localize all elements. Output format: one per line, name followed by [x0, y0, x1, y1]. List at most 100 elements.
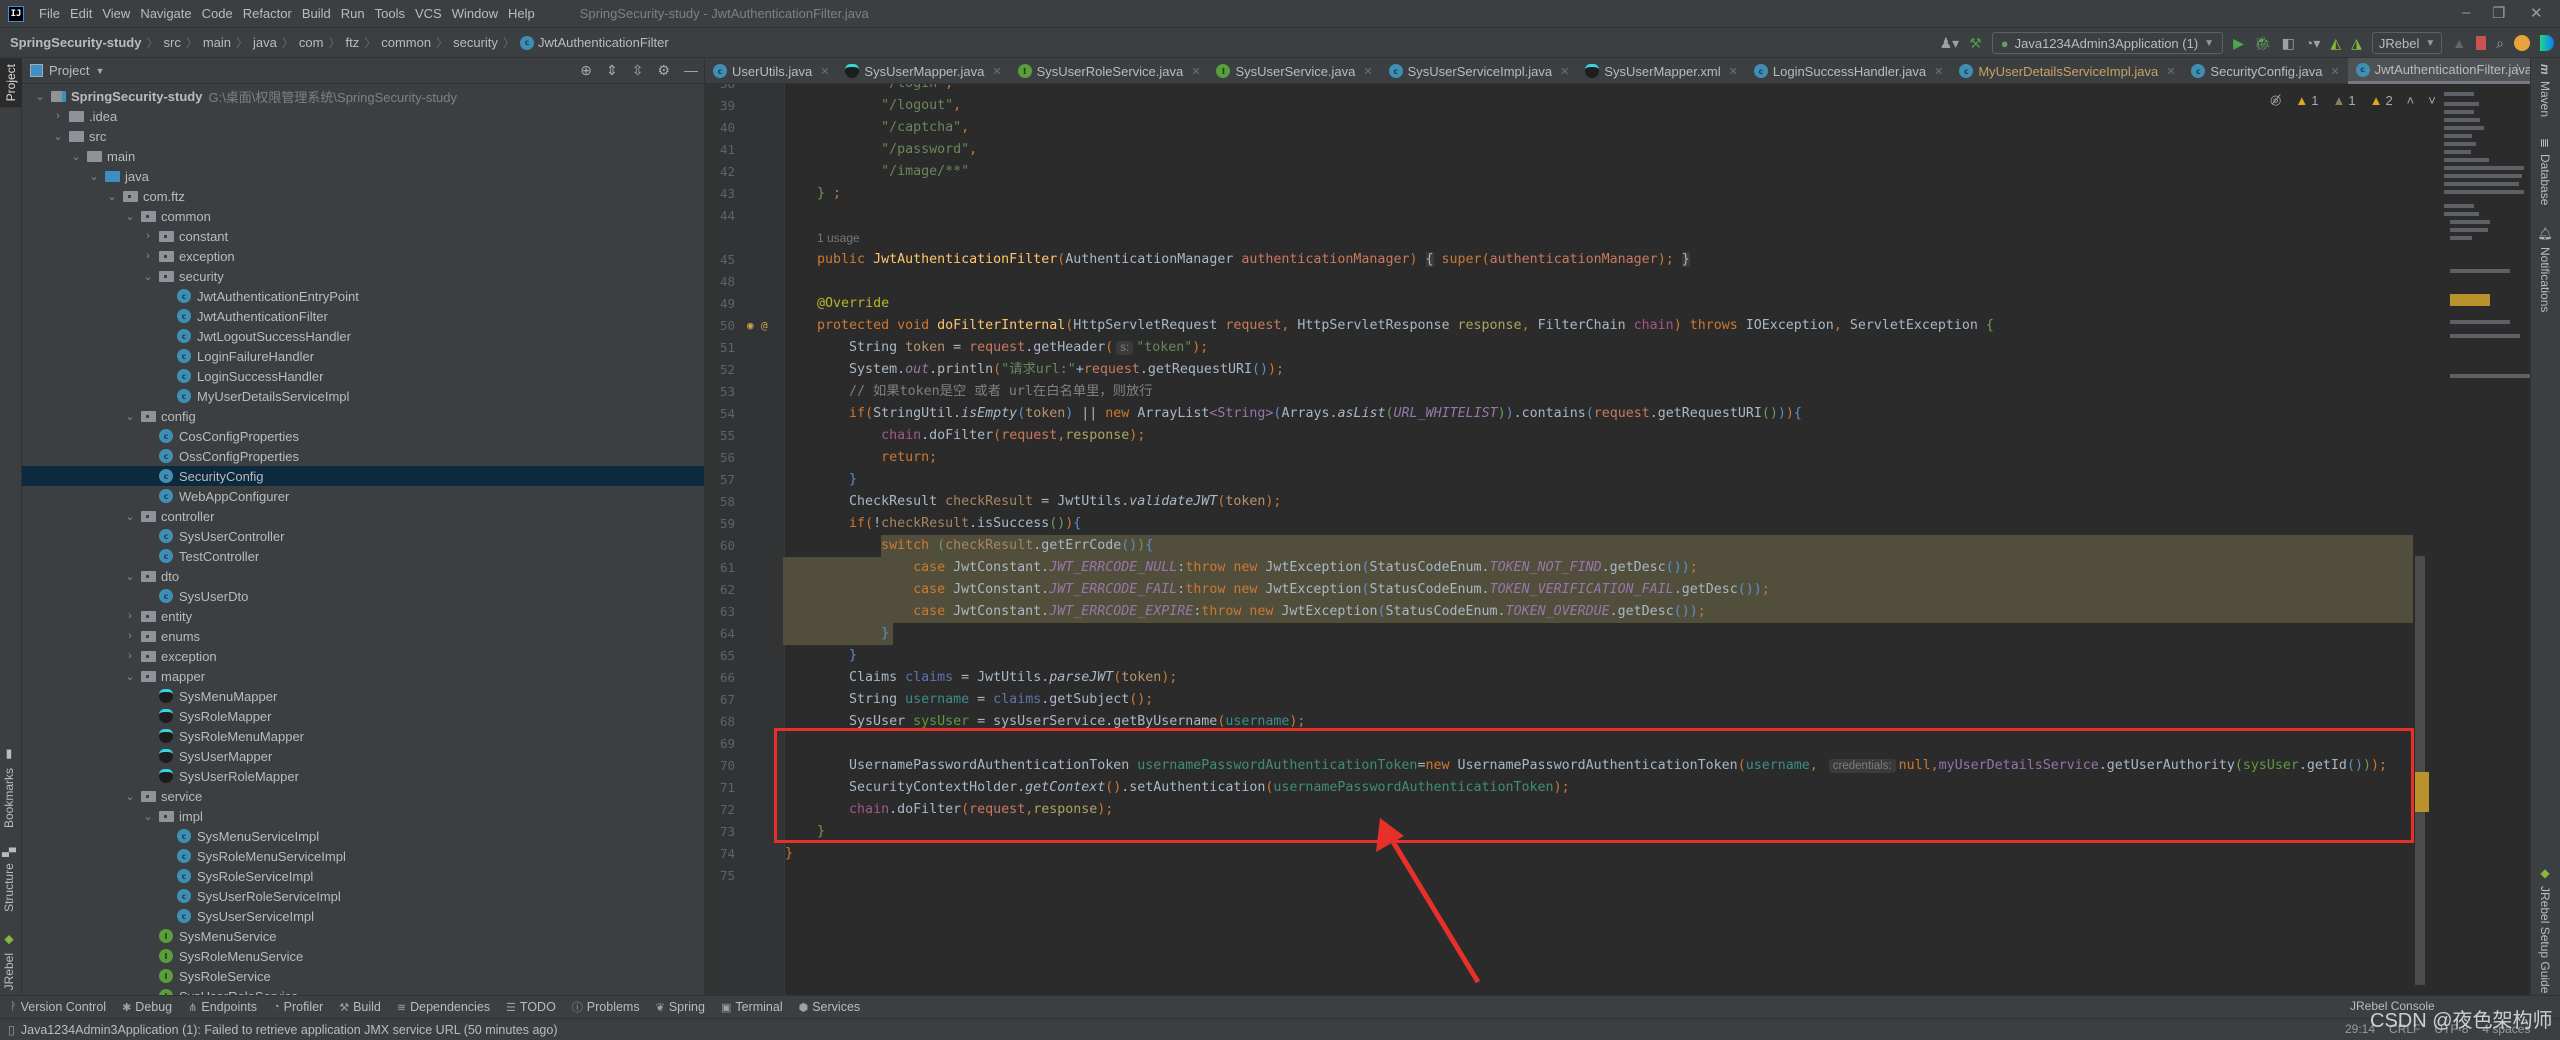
chevron-down-icon[interactable]: ⌄	[123, 569, 137, 583]
tool-window-debug[interactable]: ✱ Debug	[122, 1000, 172, 1014]
indent-setting[interactable]: 4 spaces	[2482, 1022, 2530, 1036]
tool-window-endpoints[interactable]: ⋔ Endpoints	[188, 1000, 257, 1014]
chevron-right-icon[interactable]: ›	[123, 649, 137, 663]
chevron-right-icon[interactable]: ›	[141, 229, 155, 243]
tree-item[interactable]: ⌄ controller	[22, 506, 704, 526]
editor-tab[interactable]: c SecurityConfig.java ✕	[2183, 58, 2347, 84]
close-tab-icon[interactable]: ✕	[992, 65, 1001, 78]
tree-item[interactable]: c SysUserController	[22, 526, 704, 546]
chevron-down-icon[interactable]: ⌄	[69, 149, 83, 163]
tree-item[interactable]: ⌄ config	[22, 406, 704, 426]
breadcrumb-item[interactable]: security	[453, 35, 498, 50]
chevron-right-icon[interactable]: ›	[51, 109, 65, 123]
code-minimap[interactable]	[2430, 84, 2530, 414]
file-encoding[interactable]: UTF-8	[2434, 1022, 2468, 1036]
tool-window-profiler[interactable]: ◔ Profiler	[273, 1000, 323, 1014]
tool-window-dependencies[interactable]: ≋ Dependencies	[397, 1000, 490, 1014]
chevron-down-icon[interactable]: ⌄	[51, 129, 65, 143]
update-icon[interactable]	[2514, 35, 2530, 51]
editor-tab[interactable]: c UserUtils.java ✕	[705, 58, 837, 84]
annotation-icon[interactable]: @	[761, 315, 768, 337]
more-tabs-icon[interactable]: ⋮	[2511, 62, 2524, 78]
tree-item[interactable]: ⌄ src	[22, 126, 704, 146]
collapse-all-icon[interactable]: ⇳	[632, 62, 644, 79]
tool-window-problems[interactable]: ⓘ Problems	[572, 999, 640, 1015]
editor-tab[interactable]: c MyUserDetailsServiceImpl.java ✕	[1951, 58, 2183, 84]
tree-item[interactable]: ⌄ main	[22, 146, 704, 166]
chevron-down-icon[interactable]: ⌄	[123, 409, 137, 423]
search-icon[interactable]: ⌕	[2496, 35, 2504, 52]
hide-icon[interactable]: —	[684, 62, 698, 79]
tool-window-spring[interactable]: ❦ Spring	[656, 1000, 705, 1014]
breadcrumb-item[interactable]: SpringSecurity-study	[10, 35, 141, 50]
maven-tool-tab[interactable]: m Maven	[2538, 64, 2552, 117]
tree-item[interactable]: ⌄ java	[22, 166, 704, 186]
editor-tab[interactable]: SysUserMapper.java ✕	[837, 58, 1009, 84]
menu-code[interactable]: Code	[197, 6, 238, 21]
project-tool-tab[interactable]: Project	[0, 58, 22, 108]
editor-tab[interactable]: SysUserMapper.xml ✕	[1577, 58, 1746, 84]
project-view-select[interactable]: Project	[49, 63, 89, 78]
tree-item[interactable]: c JwtAuthenticationFilter	[22, 306, 704, 326]
tree-item[interactable]: c SysMenuServiceImpl	[22, 826, 704, 846]
typo-warnings-count[interactable]: ▲ 2	[2370, 93, 2393, 108]
tree-item[interactable]: SysUserMapper	[22, 746, 704, 766]
restore-icon[interactable]: ❐	[2492, 4, 2505, 22]
tool-window-terminal[interactable]: ▣ Terminal	[721, 1000, 783, 1014]
menu-vcs[interactable]: VCS	[410, 6, 447, 21]
editor-tab[interactable]: I SysUserRoleService.java ✕	[1010, 58, 1209, 84]
chevron-down-icon[interactable]: ⌄	[141, 809, 155, 823]
tree-item[interactable]: c SysUserRoleServiceImpl	[22, 886, 704, 906]
menu-view[interactable]: View	[97, 6, 135, 21]
caret-position[interactable]: 29:14	[2345, 1022, 2375, 1036]
bookmarks-tool-tab[interactable]: Bookmarks ▮	[2, 748, 16, 828]
chevron-down-icon[interactable]: ⌄	[123, 209, 137, 223]
close-tab-icon[interactable]: ✕	[1191, 65, 1200, 78]
tree-item[interactable]: › .idea	[22, 106, 704, 126]
close-tab-icon[interactable]: ✕	[2330, 65, 2339, 78]
close-tab-icon[interactable]: ✕	[1363, 65, 1372, 78]
menu-navigate[interactable]: Navigate	[135, 6, 196, 21]
gear-icon[interactable]: ⚙	[657, 62, 670, 79]
inspection-widget[interactable]: ◎̸ ▲ 1 ▲ 1 ▲ 2 ˄ ˅	[2270, 92, 2436, 108]
jrebel-tool-tab[interactable]: JRebel ◆	[2, 933, 16, 990]
minimize-icon[interactable]: –	[2462, 4, 2470, 21]
tree-item[interactable]: SysMenuMapper	[22, 686, 704, 706]
tree-item[interactable]: c JwtLogoutSuccessHandler	[22, 326, 704, 346]
chevron-down-icon[interactable]: ⌄	[123, 789, 137, 803]
locate-file-icon[interactable]: ⊕	[580, 62, 592, 79]
breadcrumb-item[interactable]: common	[381, 35, 431, 50]
tree-item[interactable]: c WebAppConfigurer	[22, 486, 704, 506]
breadcrumb-item[interactable]: ftz	[346, 35, 360, 50]
breadcrumb-item[interactable]: src	[163, 35, 180, 50]
chevron-down-icon[interactable]: ⌄	[33, 89, 47, 103]
tree-item[interactable]: c SysUserDto	[22, 586, 704, 606]
chevron-down-icon[interactable]: ⌄	[141, 269, 155, 283]
breadcrumb-item[interactable]: main	[203, 35, 231, 50]
status-panel-icon[interactable]: ▯	[8, 1022, 15, 1037]
menu-file[interactable]: File	[34, 6, 65, 21]
tree-item[interactable]: c SysRoleMenuServiceImpl	[22, 846, 704, 866]
build-hammer-icon[interactable]: ⚒	[1969, 35, 1982, 52]
tree-item[interactable]: ⌄ service	[22, 786, 704, 806]
editor-tab[interactable]: cJwtAuthenticationFilter.java✕	[2347, 58, 2530, 84]
structure-tool-tab[interactable]: Structure ▚	[2, 848, 16, 912]
jrebel-run-icon[interactable]: ◭	[2330, 35, 2341, 52]
tree-item[interactable]: I SysMenuService	[22, 926, 704, 946]
close-tab-icon[interactable]: ✕	[2166, 65, 2175, 78]
jrebel-select[interactable]: JRebel ▼	[2371, 32, 2443, 54]
menu-refactor[interactable]: Refactor	[238, 6, 297, 21]
chevron-down-icon[interactable]: ⌄	[123, 509, 137, 523]
tree-item[interactable]: › exception	[22, 246, 704, 266]
menu-tools[interactable]: Tools	[370, 6, 410, 21]
menu-build[interactable]: Build	[297, 6, 336, 21]
run-configuration-select[interactable]: ● Java1234Admin3Application (1) ▼	[1991, 32, 2224, 54]
tree-item[interactable]: c OssConfigProperties	[22, 446, 704, 466]
tree-item[interactable]: SysRoleMenuMapper	[22, 726, 704, 746]
database-tool-tab[interactable]: ≣ Database	[2538, 138, 2552, 205]
tree-item[interactable]: c SysUserServiceImpl	[22, 906, 704, 926]
close-tab-icon[interactable]: ✕	[1560, 65, 1569, 78]
tree-item[interactable]: ⌄ SpringSecurity-study G:\桌面\权限管理系统\Spring…	[22, 86, 704, 106]
debug-icon[interactable]: 🐞︎	[2254, 35, 2272, 52]
tree-item[interactable]: ⌄ impl	[22, 806, 704, 826]
